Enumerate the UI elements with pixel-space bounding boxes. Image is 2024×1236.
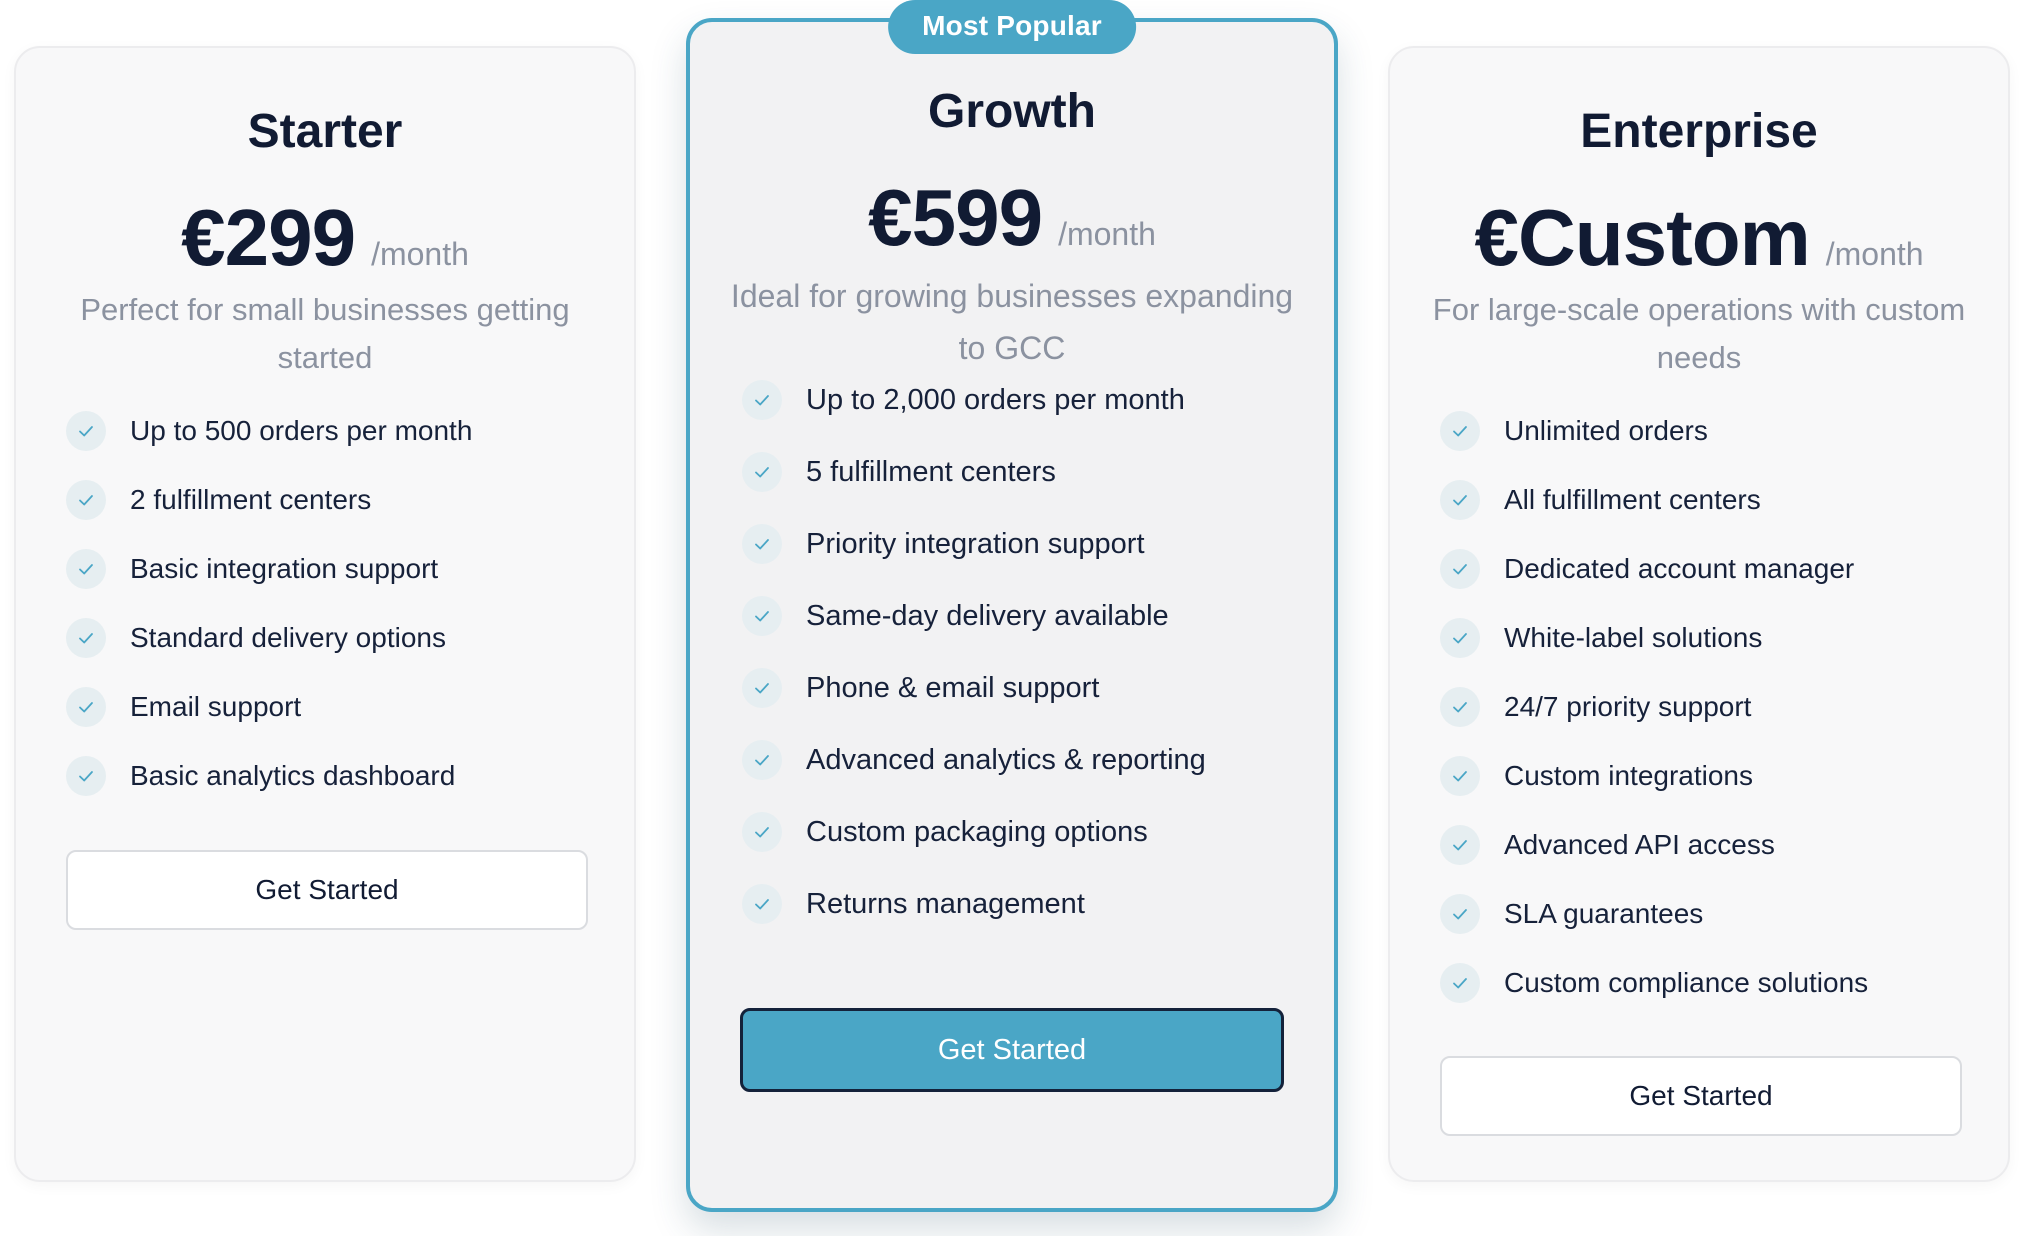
check-icon: [66, 686, 106, 727]
feature-item: 24/7 priority support: [1440, 672, 1978, 741]
check-icon: [1440, 824, 1480, 865]
feature-text: Basic analytics dashboard: [130, 759, 456, 791]
check-icon: [742, 596, 782, 636]
most-popular-badge: Most Popular: [888, 0, 1136, 54]
feature-item: All fulfillment centers: [1440, 465, 1978, 534]
feature-item: Phone & email support: [742, 652, 1304, 724]
get-started-button-growth[interactable]: Get Started: [740, 1008, 1284, 1092]
feature-text: 24/7 priority support: [1504, 690, 1752, 722]
feature-item: Dedicated account manager: [1440, 534, 1978, 603]
feature-item: Basic analytics dashboard: [66, 741, 604, 810]
check-icon: [742, 812, 782, 852]
feature-list: Up to 500 orders per month 2 fulfillment …: [66, 396, 604, 810]
get-started-button-starter[interactable]: Get Started: [66, 850, 588, 930]
feature-text: Phone & email support: [806, 671, 1100, 704]
feature-text: All fulfillment centers: [1504, 483, 1761, 515]
feature-item: Advanced API access: [1440, 810, 1978, 879]
feature-text: Custom integrations: [1504, 759, 1754, 791]
plan-price: €Custom: [1474, 193, 1810, 282]
feature-text: 5 fulfillment centers: [806, 455, 1056, 488]
feature-text: Returns management: [806, 887, 1085, 920]
feature-item: Up to 500 orders per month: [66, 396, 604, 465]
feature-text: Unlimited orders: [1504, 414, 1708, 446]
plan-period: /month: [1058, 216, 1156, 252]
check-icon: [1440, 548, 1480, 589]
plan-description: Perfect for small businesses getting sta…: [80, 292, 570, 375]
feature-text: Same-day delivery available: [806, 599, 1169, 632]
feature-item: Email support: [66, 672, 604, 741]
check-icon: [742, 452, 782, 492]
check-icon: [742, 524, 782, 564]
check-icon: [1440, 686, 1480, 727]
plan-card-starter: Starter €299 /month Perfect for small bu…: [14, 46, 636, 1182]
check-icon: [1440, 755, 1480, 796]
plan-description: Ideal for growing businesses expanding t…: [730, 278, 1294, 366]
feature-text: Up to 500 orders per month: [130, 414, 473, 446]
feature-list: Unlimited orders All fulfillment centers D…: [1440, 396, 1978, 1017]
price-row: €599 /month: [690, 172, 1334, 264]
check-icon: [1440, 479, 1480, 520]
feature-text: Email support: [130, 690, 302, 722]
feature-text: Up to 2,000 orders per month: [806, 383, 1185, 416]
feature-text: Custom compliance solutions: [1504, 966, 1869, 998]
check-icon: [742, 740, 782, 780]
feature-item: SLA guarantees: [1440, 879, 1978, 948]
plan-price: €599: [868, 173, 1043, 262]
feature-item: Standard delivery options: [66, 603, 604, 672]
price-row: €299 /month: [16, 192, 634, 284]
check-icon: [742, 668, 782, 708]
feature-item: 5 fulfillment centers: [742, 436, 1304, 508]
feature-item: Unlimited orders: [1440, 396, 1978, 465]
plan-title: Enterprise: [1580, 105, 1818, 158]
check-icon: [66, 410, 106, 451]
feature-item: Up to 2,000 orders per month: [742, 364, 1304, 436]
feature-item: Priority integration support: [742, 508, 1304, 580]
check-icon: [66, 479, 106, 520]
feature-item: Custom compliance solutions: [1440, 948, 1978, 1017]
plan-card-growth: Most Popular Growth €599 /month Ideal fo…: [686, 0, 1338, 1212]
feature-item: Custom packaging options: [742, 796, 1304, 868]
feature-item: Custom integrations: [1440, 741, 1978, 810]
check-icon: [66, 617, 106, 658]
feature-text: 2 fulfillment centers: [130, 483, 372, 515]
feature-item: 2 fulfillment centers: [66, 465, 604, 534]
feature-text: Standard delivery options: [130, 621, 446, 653]
feature-text: White-label solutions: [1504, 621, 1763, 653]
plan-title: Starter: [247, 105, 403, 158]
check-icon: [66, 755, 106, 796]
check-icon: [1440, 893, 1480, 934]
feature-text: Priority integration support: [806, 527, 1145, 560]
feature-text: Custom packaging options: [806, 815, 1148, 848]
feature-item: Basic integration support: [66, 534, 604, 603]
check-icon: [1440, 617, 1480, 658]
price-row: €Custom /month: [1390, 192, 2008, 284]
plan-price: €299: [181, 193, 356, 282]
check-icon: [742, 884, 782, 924]
get-started-button-enterprise[interactable]: Get Started: [1440, 1056, 1962, 1136]
check-icon: [1440, 962, 1480, 1003]
feature-item: White-label solutions: [1440, 603, 1978, 672]
check-icon: [1440, 410, 1480, 451]
pricing-section: Starter €299 /month Perfect for small bu…: [0, 0, 2024, 1236]
feature-item: Same-day delivery available: [742, 580, 1304, 652]
feature-text: Advanced analytics & reporting: [806, 743, 1206, 776]
feature-item: Advanced analytics & reporting: [742, 724, 1304, 796]
feature-text: Dedicated account manager: [1504, 552, 1855, 584]
plan-period: /month: [1825, 236, 1924, 272]
plan-title: Growth: [928, 85, 1096, 138]
feature-list: Up to 2,000 orders per month 5 fulfillmen…: [742, 364, 1304, 940]
feature-text: SLA guarantees: [1504, 897, 1704, 929]
feature-text: Basic integration support: [130, 552, 439, 584]
plan-period: /month: [371, 236, 469, 272]
check-icon: [742, 380, 782, 420]
plan-card-enterprise: Enterprise €Custom /month For large-scal…: [1388, 46, 2010, 1182]
feature-item: Returns management: [742, 868, 1304, 940]
feature-text: Advanced API access: [1504, 828, 1775, 860]
plan-description: For large-scale operations with custom n…: [1432, 292, 1966, 375]
check-icon: [66, 548, 106, 589]
